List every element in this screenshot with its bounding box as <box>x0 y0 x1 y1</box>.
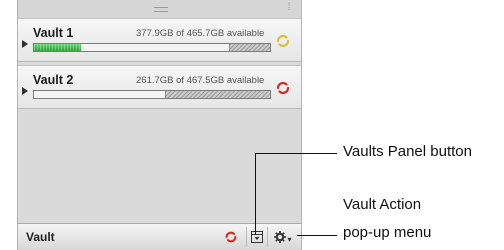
vault-name: Vault 2 <box>33 73 74 87</box>
callout-line-vault-action <box>297 235 337 236</box>
panel-icon <box>251 231 263 243</box>
disclosure-triangle-icon[interactable] <box>22 40 28 48</box>
callout-line-vaults-panel <box>255 153 337 154</box>
capacity-bar <box>33 90 271 99</box>
sync-button[interactable] <box>220 227 242 247</box>
bottom-bar-title: Vault <box>26 230 55 244</box>
panel-bottom-bar: Vault ▾ <box>18 223 301 250</box>
vault-usage-text: 377.9GB of 465.7GB available <box>136 28 265 39</box>
sync-red-icon[interactable] <box>275 80 291 96</box>
vaults-panel: ⁞ Vault 1 377.9GB of 465.7GB available V… <box>17 0 302 250</box>
chevron-down-icon: ▾ <box>287 234 292 244</box>
vaults-panel-button[interactable] <box>246 227 268 247</box>
disclosure-triangle-icon[interactable] <box>22 87 28 95</box>
sync-yellow-icon[interactable] <box>275 33 291 49</box>
capacity-bar-reserved <box>229 44 270 51</box>
capacity-bar <box>33 43 271 52</box>
panel-corner-icon: ⁞ <box>287 2 291 13</box>
gear-icon <box>274 231 287 243</box>
vault-usage-text: 261.7GB of 467.5GB available <box>136 75 265 86</box>
sync-red-icon <box>225 231 237 243</box>
callout-vaults-panel-button: Vaults Panel button <box>343 143 472 160</box>
callout-vault-action-line2: pop-up menu <box>343 224 432 241</box>
vault-row-1[interactable]: Vault 1 377.9GB of 465.7GB available <box>18 18 301 62</box>
vault-action-popup-button[interactable]: ▾ <box>270 227 296 247</box>
callout-vault-action-line1: Vault Action <box>343 196 422 213</box>
callout-line-vaults-panel <box>255 153 256 235</box>
vault-name: Vault 1 <box>33 26 74 40</box>
vault-row-2[interactable]: Vault 2 261.7GB of 467.5GB available <box>18 65 301 109</box>
panel-header: ⁞ <box>18 0 301 18</box>
capacity-bar-reserved <box>165 91 270 98</box>
capacity-bar-fill <box>34 44 82 51</box>
resize-grip-icon[interactable] <box>154 7 168 12</box>
